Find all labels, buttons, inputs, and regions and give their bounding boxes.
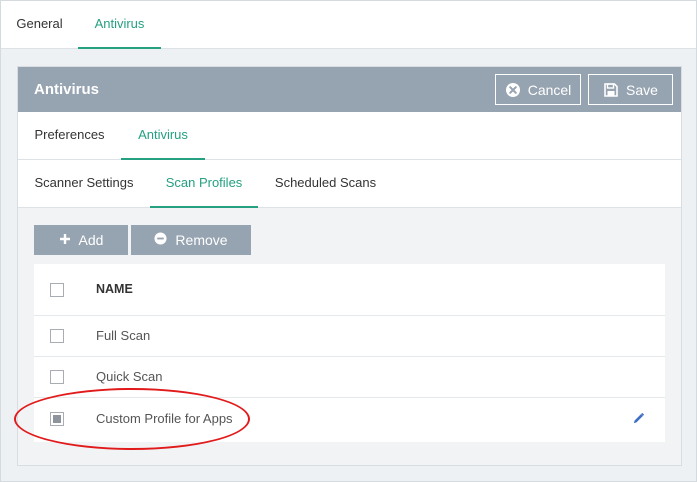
table-row[interactable]: Quick Scan [34, 357, 665, 398]
antivirus-sub-tabs: Scanner Settings Scan Profiles Scheduled… [18, 160, 681, 208]
window-frame: General Antivirus Antivirus Cancel Save … [0, 0, 697, 482]
tab-preferences[interactable]: Preferences [18, 112, 121, 160]
profile-name[interactable]: Quick Scan [96, 369, 162, 384]
table-row[interactable]: Custom Profile for Apps [34, 398, 665, 440]
remove-label: Remove [175, 232, 228, 248]
tab-general[interactable]: General [1, 1, 78, 49]
row-checkbox[interactable] [50, 329, 64, 343]
panel-sub-tabs: Preferences Antivirus [18, 112, 681, 160]
row-checkbox[interactable] [50, 370, 64, 384]
profile-name[interactable]: Full Scan [96, 328, 150, 343]
save-icon [603, 82, 619, 98]
row-checkbox[interactable] [50, 412, 64, 426]
tab-antivirus-settings[interactable]: Antivirus [121, 112, 205, 160]
pencil-icon[interactable] [632, 412, 645, 428]
tab-scheduled-scans[interactable]: Scheduled Scans [258, 160, 393, 208]
save-button[interactable]: Save [588, 74, 673, 105]
cancel-label: Cancel [527, 81, 572, 98]
profile-name[interactable]: Custom Profile for Apps [96, 411, 233, 426]
scan-profiles-table: NAME Full Scan Quick Scan Custom Profile… [34, 264, 665, 442]
cancel-button[interactable]: Cancel [495, 74, 581, 105]
table-header-row: NAME [34, 264, 665, 316]
tab-scan-profiles[interactable]: Scan Profiles [150, 160, 258, 208]
column-header-name: NAME [96, 282, 133, 296]
add-button[interactable]: Add [34, 225, 128, 255]
remove-button[interactable]: Remove [131, 225, 251, 255]
top-tab-bar: General Antivirus [1, 1, 696, 49]
select-all-checkbox[interactable] [50, 283, 64, 297]
scan-profiles-content: Add Remove NAME Full Scan Quick Scan Cus… [18, 208, 681, 465]
add-label: Add [78, 232, 104, 248]
cancel-icon [505, 82, 521, 98]
save-label: Save [626, 81, 658, 98]
tab-scanner-settings[interactable]: Scanner Settings [18, 160, 150, 208]
antivirus-panel: Antivirus Cancel Save Preferences Antivi… [17, 66, 682, 466]
plus-icon [59, 232, 71, 248]
table-row[interactable]: Full Scan [34, 316, 665, 357]
tab-antivirus[interactable]: Antivirus [78, 1, 161, 49]
panel-header: Antivirus Cancel Save [18, 67, 681, 112]
panel-title: Antivirus [34, 81, 100, 98]
minus-circle-icon [154, 232, 167, 248]
